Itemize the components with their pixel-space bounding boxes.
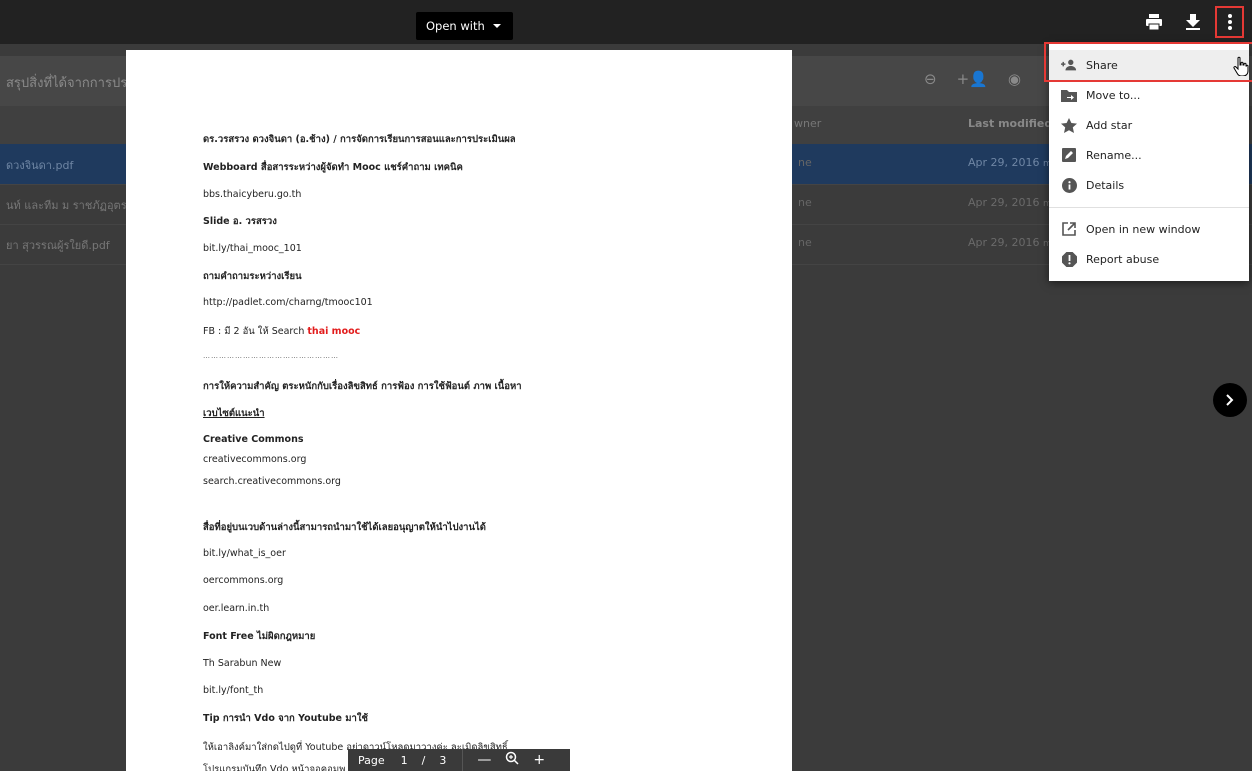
folder-title: สรุปสิ่งที่ได้จากการประ bbox=[6, 76, 135, 91]
doc-line: Font Free ไม่ผิดกฎหมาย bbox=[203, 631, 316, 642]
star-icon bbox=[1061, 117, 1077, 133]
edit-icon bbox=[1061, 147, 1077, 163]
doc-line: เวบไซต์แนะนำ bbox=[203, 408, 265, 419]
menu-item-label: Details bbox=[1086, 178, 1125, 192]
menu-item-add-star[interactable]: Add star bbox=[1049, 110, 1249, 140]
report-icon bbox=[1061, 251, 1077, 267]
add-person-icon: +👤 bbox=[956, 70, 988, 88]
share-highlight bbox=[1044, 42, 1252, 82]
eye-icon: ◉ bbox=[1007, 70, 1021, 88]
divider bbox=[462, 749, 464, 771]
doc-line: creativecommons.org bbox=[203, 454, 307, 465]
doc-line: http://padlet.com/charng/tmooc101 bbox=[203, 297, 373, 308]
doc-line: bit.ly/what_is_oer bbox=[203, 548, 286, 559]
more-button-highlight bbox=[1215, 6, 1244, 38]
menu-item-label: Report abuse bbox=[1086, 252, 1160, 266]
doc-line: bit.ly/thai_mooc_101 bbox=[203, 243, 302, 254]
doc-line: search.creativecommons.org bbox=[203, 476, 341, 487]
open-in-new-icon bbox=[1061, 221, 1077, 237]
link-icon: ⊖ bbox=[924, 70, 937, 88]
menu-divider bbox=[1049, 207, 1249, 208]
page-total: 3 bbox=[439, 753, 447, 767]
file-name: ดวงจินดา.pdf bbox=[6, 159, 74, 172]
menu-item-move-to[interactable]: Move to... bbox=[1049, 80, 1249, 110]
viewer-toolbar bbox=[0, 0, 1252, 44]
page-separator: / bbox=[421, 753, 426, 767]
doc-line: bbs.thaicyberu.go.th bbox=[203, 189, 302, 200]
drive-actions: ⊖ +👤 ◉ bbox=[924, 70, 1021, 88]
file-name: ยา สุวรรณผู้รใยดี.pdf bbox=[6, 239, 110, 252]
file-modified: Apr 29, 2016 me bbox=[968, 196, 1057, 209]
page-navigation: Page 1 / 3 — + bbox=[348, 749, 570, 771]
dropdown-arrow-icon bbox=[492, 24, 501, 28]
document-page: ดร.วรสรวง ดวงจินดา (อ.ช้าง) / การจัดการเ… bbox=[126, 50, 792, 771]
doc-line: ถามคำถามระหว่างเรียน bbox=[203, 271, 302, 282]
zoom-in-button[interactable]: + bbox=[533, 752, 545, 768]
menu-item-rename[interactable]: Rename... bbox=[1049, 140, 1249, 170]
file-modified: Apr 29, 2016 me bbox=[968, 236, 1057, 249]
menu-item-report-abuse[interactable]: Report abuse bbox=[1049, 244, 1249, 274]
print-icon[interactable] bbox=[1142, 10, 1166, 34]
doc-line: Th Sarabun New bbox=[203, 658, 282, 669]
menu-item-label: Move to... bbox=[1086, 88, 1141, 102]
doc-line: สื่อที่อยู่บนเวบด้านล่างนี้สามารถนำมาใช้… bbox=[203, 522, 486, 533]
file-owner: ne bbox=[798, 196, 812, 209]
menu-item-open-new-window[interactable]: Open in new window bbox=[1049, 214, 1249, 244]
menu-item-label: Rename... bbox=[1086, 148, 1142, 162]
page-number-input[interactable]: 1 bbox=[401, 754, 408, 767]
doc-line: …………………………………………… bbox=[203, 352, 339, 360]
menu-item-label: Add star bbox=[1086, 118, 1133, 132]
doc-line: oercommons.org bbox=[203, 575, 284, 586]
doc-line: Creative Commons bbox=[203, 434, 304, 445]
file-owner: ne bbox=[798, 156, 812, 169]
hand-cursor-icon bbox=[1233, 56, 1249, 80]
open-with-button[interactable]: Open with bbox=[416, 12, 513, 40]
zoom-icon[interactable] bbox=[505, 751, 519, 769]
file-modified: Apr 29, 2016 me bbox=[968, 156, 1057, 169]
doc-line: Slide อ. วรสรวง bbox=[203, 216, 277, 227]
download-icon[interactable] bbox=[1181, 10, 1205, 34]
next-file-button[interactable] bbox=[1213, 383, 1247, 417]
doc-line: oer.learn.in.th bbox=[203, 603, 270, 614]
file-owner: ne bbox=[798, 236, 812, 249]
doc-line: Webboard สื่อสารระหว่างผู้จัดทำ Mooc แชร… bbox=[203, 162, 463, 173]
doc-line: FB : มี 2 อัน ให้ Search thai mooc bbox=[203, 326, 361, 337]
menu-item-details[interactable]: Details bbox=[1049, 170, 1249, 200]
doc-line: การให้ความสำคัญ ตระหนักกับเรื่องลิขสิทธ์… bbox=[203, 381, 522, 392]
doc-line: Tip การนำ Vdo จาก Youtube มาใช้ bbox=[203, 713, 368, 724]
owner-column-header: wner bbox=[794, 117, 822, 130]
chevron-right-icon bbox=[1226, 394, 1234, 406]
doc-line: โปรแกรมบันทึก Vdo หน้าจอคอมพ bbox=[203, 764, 346, 771]
last-modified-column-header: Last modified bbox=[968, 117, 1053, 130]
folder-move-icon bbox=[1061, 87, 1077, 103]
file-name: นท์ และทีม ม ราชภัฏอุตรดิ bbox=[6, 199, 134, 212]
menu-item-label: Open in new window bbox=[1086, 222, 1201, 236]
info-icon bbox=[1061, 177, 1077, 193]
open-with-label: Open with bbox=[426, 19, 485, 33]
zoom-out-button[interactable]: — bbox=[477, 752, 491, 768]
doc-line: ดร.วรสรวง ดวงจินดา (อ.ช้าง) / การจัดการเ… bbox=[203, 134, 516, 145]
page-label: Page bbox=[358, 753, 385, 767]
doc-line: bit.ly/font_th bbox=[203, 685, 264, 696]
